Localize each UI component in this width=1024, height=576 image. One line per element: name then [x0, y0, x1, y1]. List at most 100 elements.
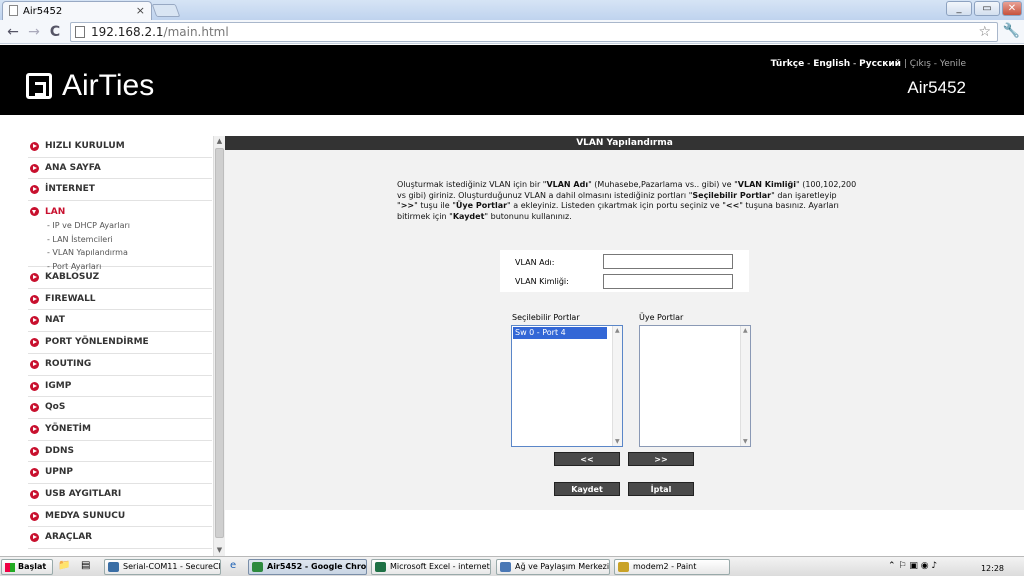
- sidebar-item[interactable]: KABLOSUZ: [28, 267, 212, 289]
- taskbar-button[interactable]: Air5452 - Google Chro...: [248, 559, 367, 575]
- port-option[interactable]: Sw 0 - Port 4: [513, 327, 607, 339]
- sidebar-item[interactable]: UPNP: [28, 462, 212, 484]
- save-button[interactable]: Kaydet: [554, 482, 620, 496]
- close-window-button[interactable]: ✕: [1002, 1, 1022, 16]
- sidebar-item[interactable]: ROUTING: [28, 354, 212, 376]
- sidebar-item[interactable]: FIREWALL: [28, 289, 212, 311]
- scroll-up-icon[interactable]: ▲: [215, 137, 224, 146]
- page-scrollbar[interactable]: ▲ ▼: [213, 136, 225, 556]
- vlan-id-input[interactable]: [603, 274, 733, 289]
- quicklaunch-folder-icon[interactable]: 📁: [58, 560, 70, 571]
- sidebar-item-label: LAN: [45, 207, 66, 218]
- quicklaunch-ie-icon[interactable]: e: [230, 560, 236, 571]
- arrow-bullet-icon: [30, 163, 39, 173]
- sidebar-item[interactable]: NAT: [28, 310, 212, 333]
- maximize-button[interactable]: ▭: [974, 1, 1000, 16]
- tray-icons[interactable]: ⌃ ⚐ ▣ ◉ ♪: [888, 561, 937, 571]
- browser-tab[interactable]: Air5452 ×: [2, 1, 152, 20]
- sidebar-item[interactable]: LAN - IP ve DHCP Ayarları - LAN İstemciler…: [28, 201, 212, 271]
- sidebar-item-label: YÖNETİM: [45, 423, 91, 434]
- arrow-bullet-icon: [30, 424, 39, 434]
- taskbar-button-label: modem2 - Paint: [633, 562, 697, 571]
- scrollbar-thumb[interactable]: [215, 148, 224, 538]
- model-name: Air5452: [907, 78, 966, 97]
- arrow-bullet-icon: [30, 294, 39, 304]
- lang-english-link[interactable]: English: [813, 59, 850, 69]
- sidebar-item[interactable]: QoS: [28, 397, 212, 419]
- vlan-name-input[interactable]: [603, 254, 733, 269]
- instructions-fragment: " butonunu kullanınız.: [484, 211, 572, 221]
- sidebar-item-label: MEDYA SUNUCU: [45, 510, 126, 521]
- tab-close-icon[interactable]: ×: [136, 4, 145, 17]
- sidebar-item[interactable]: ARAÇLAR: [28, 527, 212, 549]
- start-button[interactable]: Başlat: [1, 559, 53, 575]
- page-icon: [9, 5, 18, 16]
- taskbar-button[interactable]: modem2 - Paint: [614, 559, 730, 575]
- instructions-keyword: Üye Portlar: [455, 201, 508, 211]
- app-icon: [618, 562, 629, 572]
- app-icon: [252, 562, 263, 572]
- sidebar-item-label: FIREWALL: [45, 293, 96, 304]
- back-arrow-icon[interactable]: ←: [4, 23, 22, 41]
- sidebar-menu: HIZLI KURULUM ANA SAYFA İNTERNET LAN - IP ve…: [28, 136, 212, 549]
- sidebar-subitem[interactable]: - IP ve DHCP Ayarları: [45, 219, 212, 233]
- main-content: VLAN Yapılandırma Oluşturmak istediğiniz…: [225, 136, 1024, 510]
- member-ports-label: Üye Portlar: [639, 313, 684, 322]
- windows-flag-icon: [5, 563, 15, 572]
- sidebar-item-label: İNTERNET: [45, 184, 95, 195]
- list-scrollbar[interactable]: ▲ ▼: [740, 326, 750, 446]
- instructions-keyword: >>: [400, 201, 415, 211]
- lang-russian-link[interactable]: Русский: [859, 59, 901, 69]
- language-links: Türkçe - English - Русский | Çıkış - Yen…: [771, 59, 966, 69]
- taskbar-button-label: Serial-COM11 - SecureCRT: [123, 562, 221, 571]
- member-ports-list[interactable]: ▲ ▼: [639, 325, 751, 447]
- remove-port-button[interactable]: <<: [554, 452, 620, 466]
- sidebar-item-label: PORT YÖNLENDİRME: [45, 337, 149, 348]
- arrow-bullet-icon: [30, 273, 39, 283]
- separator: -: [930, 59, 940, 69]
- lang-turkish-link[interactable]: Türkçe: [771, 59, 805, 69]
- scroll-down-icon[interactable]: ▼: [215, 546, 224, 555]
- taskbar-button[interactable]: Microsoft Excel - internet...: [371, 559, 491, 575]
- sidebar-item[interactable]: DDNS: [28, 441, 212, 463]
- taskbar-button-label: Air5452 - Google Chro...: [267, 562, 367, 571]
- taskbar-button[interactable]: Ağ ve Paylaşım Merkezi: [496, 559, 610, 575]
- bookmark-star-icon[interactable]: ☆: [978, 23, 991, 41]
- sidebar-item[interactable]: MEDYA SUNUCU: [28, 506, 212, 528]
- taskbar-button-label: Ağ ve Paylaşım Merkezi: [515, 562, 610, 571]
- quicklaunch-desktop-icon[interactable]: ▤: [81, 560, 90, 571]
- sidebar-item-label: ANA SAYFA: [45, 162, 101, 173]
- sidebar-item[interactable]: İNTERNET: [28, 179, 212, 202]
- browser-toolbar: ← → C 192.168.2.1/main.html ☆ 🔧: [0, 20, 1024, 44]
- sidebar-subitem[interactable]: - VLAN Yapılandırma: [45, 246, 212, 260]
- cancel-button[interactable]: İptal: [628, 482, 694, 496]
- logout-link[interactable]: Çıkış: [910, 59, 931, 69]
- sidebar-item[interactable]: IGMP: [28, 376, 212, 398]
- sidebar-item[interactable]: PORT YÖNLENDİRME: [28, 332, 212, 354]
- wrench-icon[interactable]: 🔧: [1003, 23, 1020, 39]
- sidebar-item[interactable]: YÖNETİM: [28, 419, 212, 441]
- minimize-button[interactable]: _: [946, 1, 972, 16]
- instructions-keyword: Kaydet: [452, 211, 485, 221]
- taskbar-button[interactable]: Serial-COM11 - SecureCRT: [104, 559, 221, 575]
- instructions-fragment: " (Muhasebe,Pazarlama vs.. gibi) ve ": [588, 180, 738, 189]
- new-tab-button[interactable]: [151, 4, 181, 17]
- sidebar-item[interactable]: USB AYGITLARI: [28, 484, 212, 506]
- instructions-keyword: VLAN Kimliği: [737, 180, 796, 189]
- tab-title: Air5452: [23, 6, 63, 17]
- sidebar-item[interactable]: ANA SAYFA: [28, 158, 212, 180]
- arrow-bullet-icon: [30, 207, 39, 217]
- list-scrollbar[interactable]: ▲ ▼: [612, 326, 622, 446]
- refresh-link[interactable]: Yenile: [940, 59, 966, 69]
- reload-icon[interactable]: C: [46, 23, 64, 41]
- url-path: /main.html: [163, 25, 229, 39]
- forward-arrow-icon[interactable]: →: [25, 23, 43, 41]
- sidebar-item[interactable]: HIZLI KURULUM: [28, 136, 212, 158]
- add-port-button[interactable]: >>: [628, 452, 694, 466]
- clock[interactable]: 12:28: [981, 562, 1004, 576]
- vlan-form: VLAN Adı: VLAN Kimliği:: [500, 250, 749, 292]
- taskbar-button-label: Microsoft Excel - internet...: [390, 562, 491, 571]
- available-ports-list[interactable]: Sw 0 - Port 4 ▲ ▼: [511, 325, 623, 447]
- address-bar[interactable]: 192.168.2.1/main.html ☆: [70, 22, 998, 42]
- sidebar-subitem[interactable]: - LAN İstemcileri: [45, 233, 212, 247]
